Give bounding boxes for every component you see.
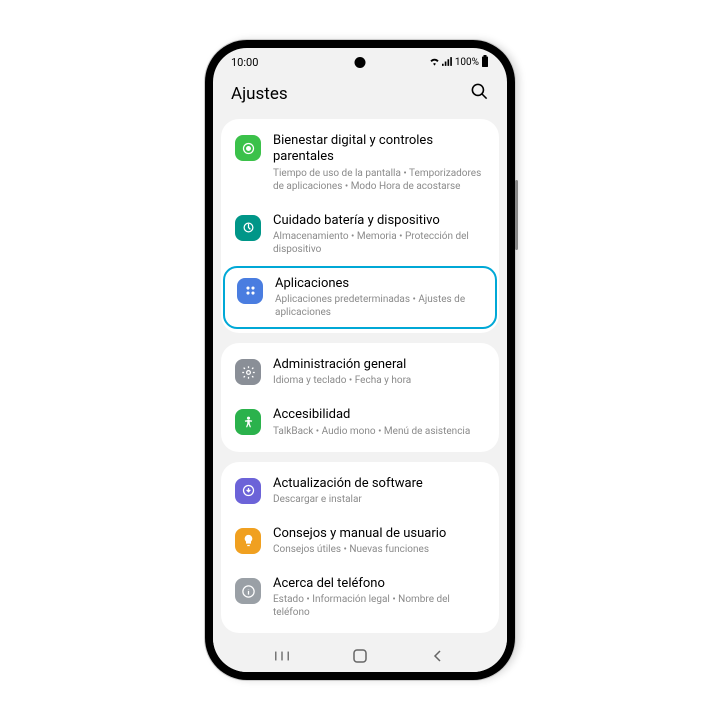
settings-item[interactable]: Administración generalIdioma y teclado •…: [221, 347, 499, 397]
status-right: 100%: [429, 55, 489, 70]
wifi-icon: [429, 57, 440, 69]
item-subtitle: Consejos útiles • Nuevas funciones: [273, 543, 485, 556]
item-title: Consejos y manual de usuario: [273, 526, 485, 542]
item-text: Consejos y manual de usuarioConsejos úti…: [273, 526, 485, 556]
signal-icon: [442, 57, 453, 69]
nav-back[interactable]: [428, 648, 448, 664]
status-time: 10:00: [231, 56, 258, 69]
settings-group: Actualización de softwareDescargar e ins…: [221, 462, 499, 634]
settings-item[interactable]: Actualización de softwareDescargar e ins…: [221, 466, 499, 516]
settings-group: Administración generalIdioma y teclado •…: [221, 343, 499, 452]
general-icon: [235, 359, 261, 385]
item-text: Actualización de softwareDescargar e ins…: [273, 476, 485, 506]
item-title: Bienestar digital y controles parentales: [273, 133, 485, 166]
nav-bar: [213, 638, 507, 672]
item-subtitle: Almacenamiento • Memoria • Protección de…: [273, 230, 485, 256]
settings-item[interactable]: Acerca del teléfonoEstado • Información …: [221, 566, 499, 629]
item-subtitle: Tiempo de uso de la pantalla • Temporiza…: [273, 167, 485, 193]
about-icon: [235, 578, 261, 604]
item-subtitle: Descargar e instalar: [273, 493, 485, 506]
device-care-icon: [235, 215, 261, 241]
screen: 10:00 100% Ajustes Bienestar digital y c…: [213, 48, 507, 672]
item-text: Cuidado batería y dispositivoAlmacenamie…: [273, 213, 485, 256]
settings-item[interactable]: Cuidado batería y dispositivoAlmacenamie…: [221, 203, 499, 266]
side-button: [515, 180, 518, 250]
settings-item[interactable]: Accesibilidad TalkBack • Audio mono • Men…: [221, 397, 499, 447]
item-title: Actualización de software: [273, 476, 485, 492]
battery-icon: [481, 55, 489, 70]
page-title: Ajustes: [231, 84, 288, 104]
phone-frame: 10:00 100% Ajustes Bienestar digital y c…: [205, 40, 515, 680]
item-text: Accesibilidad TalkBack • Audio mono • Men…: [273, 407, 485, 437]
front-camera: [355, 57, 366, 68]
search-icon[interactable]: [470, 82, 489, 105]
item-title: Administración general: [273, 357, 485, 373]
item-text: Bienestar digital y controles parentales…: [273, 133, 485, 193]
item-text: Administración generalIdioma y teclado •…: [273, 357, 485, 387]
item-title: Cuidado batería y dispositivo: [273, 213, 485, 229]
item-subtitle: Aplicaciones predeterminadas • Ajustes d…: [275, 293, 483, 319]
item-subtitle: Estado • Información legal • Nombre del …: [273, 593, 485, 619]
settings-item[interactable]: Consejos y manual de usuarioConsejos úti…: [221, 516, 499, 566]
item-subtitle: Idioma y teclado • Fecha y hora: [273, 374, 485, 387]
nav-home[interactable]: [350, 648, 370, 664]
item-title: Acerca del teléfono: [273, 576, 485, 592]
wellbeing-icon: [235, 135, 261, 161]
settings-item[interactable]: AplicacionesAplicaciones predeterminadas…: [223, 266, 497, 329]
item-title: Accesibilidad: [273, 407, 485, 423]
tips-icon: [235, 528, 261, 554]
update-icon: [235, 478, 261, 504]
settings-group: Bienestar digital y controles parentales…: [221, 119, 499, 333]
settings-item[interactable]: Bienestar digital y controles parentales…: [221, 123, 499, 203]
header: Ajustes: [213, 72, 507, 119]
accessibility-icon: [235, 409, 261, 435]
item-subtitle: TalkBack • Audio mono • Menú de asistenc…: [273, 425, 485, 438]
battery-text: 100%: [455, 57, 479, 68]
item-text: AplicacionesAplicaciones predeterminadas…: [275, 276, 483, 319]
item-text: Acerca del teléfonoEstado • Información …: [273, 576, 485, 619]
settings-list[interactable]: Bienestar digital y controles parentales…: [213, 119, 507, 638]
apps-icon: [237, 278, 263, 304]
nav-recent[interactable]: [272, 648, 292, 664]
item-title: Aplicaciones: [275, 276, 483, 292]
